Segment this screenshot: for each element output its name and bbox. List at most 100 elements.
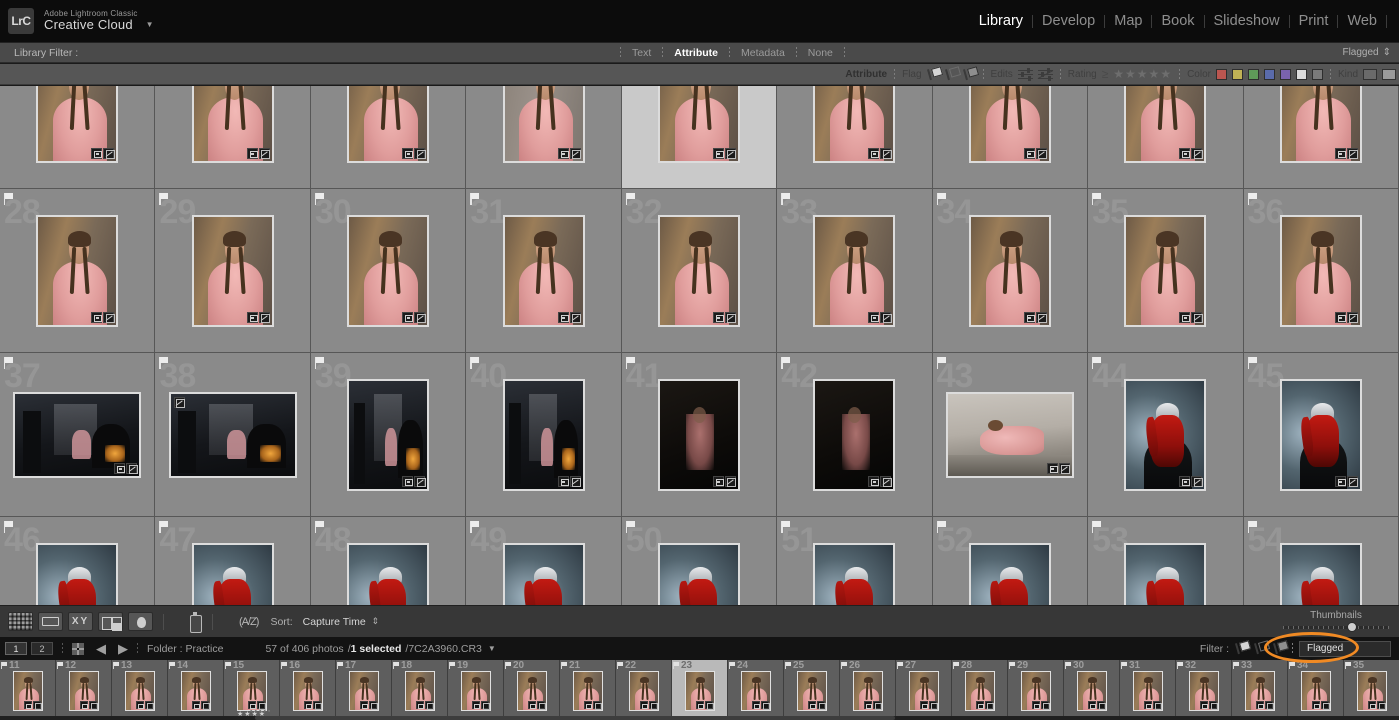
filmstrip-cell[interactable]: 31 [1120,660,1176,718]
thumbnail-badge-crop[interactable] [135,701,144,709]
thumbnail-badge-edit[interactable] [200,701,210,710]
flag-picked-icon[interactable] [281,662,287,669]
thumbnail-badge-crop[interactable] [1031,701,1040,709]
thumbnail-badge-crop[interactable] [712,311,724,323]
loupe-view-icon[interactable] [38,612,63,631]
thumbnail-badge-crop[interactable] [402,147,414,159]
thumbnail-badge-edit[interactable] [258,311,271,323]
grid-cell[interactable]: 52 [932,517,1089,605]
grid-cell[interactable]: 44 [1088,353,1244,517]
color-swatch-blue[interactable] [1263,68,1275,80]
flag-picked-icon[interactable] [625,521,637,533]
flag-picked-icon[interactable] [159,521,170,533]
flag-picked-icon[interactable] [57,662,63,669]
thumbnail-badge-edit[interactable] [368,701,378,710]
flag-picked-icon[interactable] [314,193,326,205]
grid-icon[interactable] [72,642,84,655]
page-button-2[interactable]: 2 [31,642,53,655]
filmstrip-thumbnail[interactable] [964,671,995,711]
thumbnail-badge-edit[interactable] [760,701,770,710]
previous-arrow-icon[interactable]: ◀ [96,641,106,657]
photo-thumbnail[interactable] [1279,214,1362,327]
thumbnail-badge-edit[interactable] [424,701,434,710]
flag-picked-icon[interactable] [729,662,735,669]
grid-cell[interactable]: 48 [310,517,467,605]
photo-thumbnail[interactable] [657,378,740,491]
thumbnail-badge-edit[interactable] [880,475,892,487]
thumbnail-badge-crop[interactable] [1334,475,1346,487]
module-slideshow[interactable]: Slideshow [1205,13,1289,29]
filmstrip-cell[interactable]: 11 [0,660,56,718]
filmstrip-cell[interactable]: 29 [1008,660,1064,718]
thumbnail-badge-crop[interactable] [1143,701,1152,709]
filter-tab-metadata[interactable]: Metadata [730,47,796,59]
flag-picked-icon[interactable] [1092,521,1103,533]
flag-picked-icon[interactable] [625,193,637,205]
thumbnail-badge-crop[interactable] [807,701,816,709]
sort-caret-icon[interactable]: ⇕ [372,616,380,627]
thumbnail-badge-crop[interactable] [359,701,368,709]
thumbnail-badge-edit[interactable] [984,701,994,710]
thumbnail-badge-edit[interactable] [144,701,154,710]
filmstrip-cell[interactable]: 34 [1288,660,1344,718]
grid-cell[interactable]: 49 [466,517,622,605]
slider-track[interactable] [1283,622,1389,632]
thumbnail-badge-crop[interactable] [639,701,648,709]
thumbnail-badge-crop[interactable] [868,475,880,487]
filmstrip-cell[interactable]: 32 [1176,660,1232,718]
flag-picked-icon[interactable] [673,662,679,669]
filmstrip-thumbnail[interactable] [68,671,99,711]
photo-thumbnail[interactable] [1124,542,1207,605]
thumbnail-badge-crop[interactable] [557,475,569,487]
grid-cell[interactable]: 39 [310,353,467,517]
module-map[interactable]: Map [1105,13,1151,29]
photo-thumbnail[interactable] [813,542,896,605]
photo-thumbnail[interactable] [945,391,1074,478]
rating-operator[interactable]: ≥ [1102,67,1109,81]
photo-thumbnail[interactable] [347,378,430,491]
photo-thumbnail[interactable] [968,86,1051,163]
thumbnail-badge-crop[interactable] [863,701,872,709]
thumbnail-badge-crop[interactable] [1087,701,1096,709]
module-library[interactable]: Library [970,13,1032,29]
thumbnail-badge-crop[interactable] [712,147,724,159]
thumbnail-badge-edit[interactable] [592,701,602,710]
flag-picked-icon[interactable] [1121,662,1127,669]
flag-picked-icon[interactable] [314,521,326,533]
thumbnail-badge-crop[interactable] [23,701,32,709]
filmstrip-thumbnail[interactable] [124,671,155,711]
thumbnail-badge-edit[interactable] [724,147,737,159]
flag-picked-icon[interactable] [4,193,15,205]
color-swatch-custom[interactable] [1311,68,1323,80]
thumbnail-badge-crop[interactable] [1179,147,1191,159]
grid-view[interactable]: 28 29 30 31 32 33 34 35 36 37 38 39 40 4… [0,86,1399,605]
thumbnail-badge-crop[interactable] [91,147,103,159]
flag-picked-icon[interactable] [1345,662,1351,669]
filmstrip-cell[interactable]: 35 [1344,660,1399,718]
flag-picked-icon[interactable] [4,357,15,369]
filter-tab-none[interactable]: None [797,47,844,59]
flag-picked-icon[interactable] [936,521,948,533]
grid-cell[interactable]: 35 [1088,189,1244,353]
thumbnail-badge-crop[interactable] [246,147,258,159]
photo-thumbnail[interactable] [813,214,896,327]
grid-cell[interactable]: 38 [155,353,311,517]
filmstrip-thumbnail[interactable] [1020,671,1051,711]
grid-cell[interactable]: 31 [466,189,622,353]
grid-cell[interactable]: 40 [466,353,622,517]
thumbnail-badge-crop[interactable] [303,701,312,709]
grid-cell[interactable] [155,86,311,189]
filmstrip-thumbnail[interactable] [460,671,491,711]
thumbnail-badge-edit[interactable] [32,701,42,710]
filmstrip-thumbnail[interactable] [1244,671,1275,711]
flag-picked-icon[interactable] [1065,662,1071,669]
thumbnail-badge-crop[interactable] [751,701,760,709]
thumbnail-badge-edit[interactable] [648,701,658,710]
thumbnail-badge-edit[interactable] [103,311,115,323]
thumbnail-badge-crop[interactable] [1334,311,1346,323]
thumbnail-badge-crop[interactable] [1311,701,1320,709]
thumbnail-badge-crop[interactable] [1179,311,1191,323]
rating-stars[interactable]: ★★★★★ [1113,67,1172,81]
color-swatch-red[interactable] [1215,68,1227,80]
thumbnail-badge-edit[interactable] [1191,147,1203,159]
